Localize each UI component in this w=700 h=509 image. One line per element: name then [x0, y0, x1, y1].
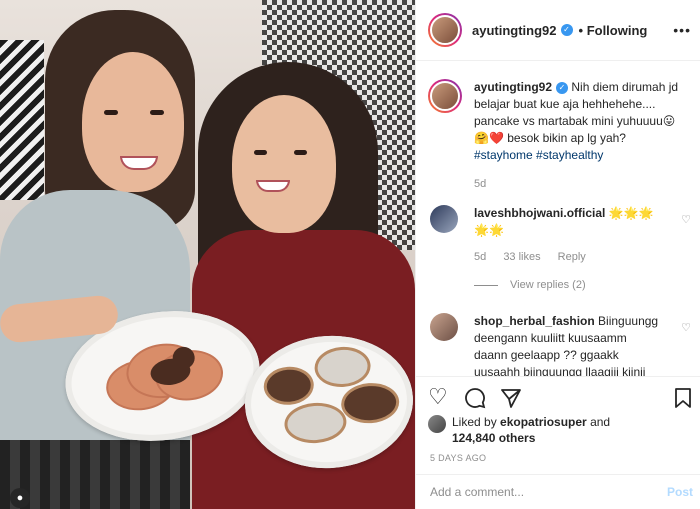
caption-text: ayutingting92 ✓ Nih diem dirumah jd belaj… — [474, 79, 693, 164]
comment-body: 🌟🌟🌟 — [608, 206, 654, 220]
follow-status-label[interactable]: Following — [587, 23, 648, 38]
post-header: ayutingting92 ✓ • Following ••• — [416, 0, 700, 61]
share-icon[interactable] — [500, 387, 522, 409]
martabak — [283, 400, 348, 446]
likes-and: and — [586, 415, 611, 429]
martabak — [313, 345, 372, 389]
add-comment-bar: Post — [416, 474, 700, 509]
comment-body: uusaahh biinguungg llaagiii kiinii — [474, 365, 646, 376]
comment-age: 5d — [474, 251, 487, 263]
comments-list[interactable]: ayutingting92 ✓ Nih diem dirumah jd belaj… — [416, 61, 700, 376]
follow-status[interactable]: • Following — [579, 23, 648, 38]
likes-summary: Liked by ekopatriosuper and 124,840 othe… — [428, 414, 693, 446]
reply-button[interactable]: Reply — [558, 251, 586, 263]
heart-icon[interactable]: ♡ — [428, 385, 448, 409]
commenter-avatar[interactable] — [430, 205, 458, 233]
bookmark-icon[interactable] — [674, 387, 692, 409]
action-bar: ♡ — [416, 376, 700, 416]
comment-body: deengann kuuliitt kuusaamm — [474, 331, 627, 345]
caption-line: belajar buat kue aja hehhehehe.... — [474, 97, 656, 111]
caption-line: pancake vs martabak mini yuhuuuu😛 — [474, 114, 676, 128]
liker-username[interactable]: ekopatriosuper — [500, 415, 587, 429]
caption-line: 🤗❤️ besok bikin ap lg yah? — [474, 131, 626, 145]
commenter-avatar[interactable] — [430, 313, 458, 341]
view-replies-label[interactable]: View replies (2) — [510, 279, 586, 291]
liker-avatar[interactable] — [428, 415, 446, 433]
post-date: 5 DAYS AGO — [430, 453, 487, 463]
likes-count[interactable]: 124,840 others — [452, 431, 535, 445]
commenter-username[interactable]: laveshbhojwani.official — [474, 206, 605, 220]
comment: shop_herbal_fashion Biinguungg deengann … — [428, 313, 693, 376]
post-photo[interactable]: ● — [0, 0, 415, 509]
likes-text: Liked by ekopatriosuper and 124,840 othe… — [452, 414, 610, 446]
person-right-eye — [294, 150, 307, 155]
likes-prefix: Liked by — [452, 415, 501, 429]
person-right-eye — [254, 150, 267, 155]
heart-icon[interactable]: ♡ — [681, 213, 691, 226]
comment-input[interactable] — [430, 485, 667, 499]
caption-username[interactable]: ayutingting92 — [474, 80, 552, 94]
person-right-face — [232, 95, 336, 233]
comment-icon[interactable] — [464, 387, 486, 409]
commenter-username[interactable]: shop_herbal_fashion — [474, 314, 595, 328]
striped-frame — [0, 40, 44, 200]
hashtag-stayhome[interactable]: #stayhome — [474, 148, 533, 162]
verified-icon: ✓ — [556, 81, 569, 94]
person-left-face — [82, 52, 184, 192]
comment-meta: 5d 33 likes Reply — [474, 251, 693, 263]
view-replies-line — [474, 284, 498, 286]
user-tag-icon[interactable]: ● — [10, 488, 30, 508]
comment: laveshbhojwani.official 🌟🌟🌟 🌟🌟 ♡ 5d 33 l… — [428, 205, 693, 291]
more-icon[interactable]: ••• — [673, 22, 691, 38]
comment-body: daann geelaapp ?? ggaakk — [474, 348, 619, 362]
caption-line: Nih diem dirumah jd — [571, 80, 679, 94]
view-replies-button[interactable]: View replies (2) — [474, 279, 693, 291]
person-left-eye — [150, 110, 164, 115]
comment-text: laveshbhojwani.official 🌟🌟🌟 🌟🌟 — [474, 205, 671, 239]
hashtag-stayhealthy[interactable]: #stayhealthy — [536, 148, 603, 162]
verified-icon: ✓ — [560, 24, 573, 36]
martabak — [262, 365, 316, 407]
post-comment-button[interactable]: Post — [667, 485, 693, 499]
author-avatar[interactable] — [428, 13, 462, 47]
post-side-panel: ayutingting92 ✓ • Following ••• ayutingt… — [415, 0, 700, 509]
comment-body: 🌟🌟 — [474, 223, 504, 237]
comment-body: Biinguungg — [598, 314, 659, 328]
comment-text: shop_herbal_fashion Biinguungg deengann … — [474, 313, 671, 376]
caption-avatar[interactable] — [428, 79, 462, 113]
comment-likes[interactable]: 33 likes — [503, 251, 540, 263]
caption-age: 5d — [474, 178, 487, 190]
caption: ayutingting92 ✓ Nih diem dirumah jd belaj… — [428, 79, 693, 190]
martabak — [339, 381, 401, 426]
person-left-eye — [104, 110, 118, 115]
author-username[interactable]: ayutingting92 — [472, 23, 557, 38]
heart-icon[interactable]: ♡ — [681, 321, 691, 334]
